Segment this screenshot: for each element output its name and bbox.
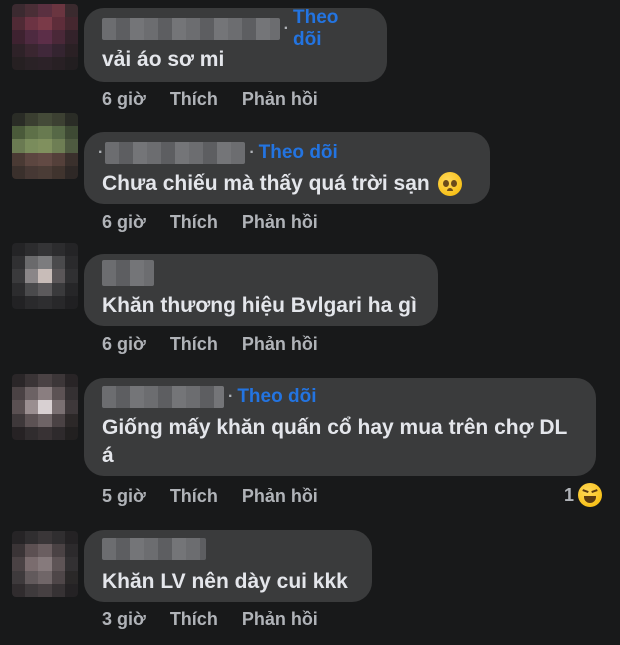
comment-bubble: · Theo dõi vải áo sơ mi [84,7,387,82]
reaction-summary[interactable]: 1 [564,483,603,507]
timestamp[interactable]: 6 giờ [102,89,146,110]
comment-actions: 6 giờ Thích Phản hồi [102,89,318,110]
commenter-name-blurred[interactable] [105,142,246,164]
follow-button[interactable]: Theo dõi [237,386,316,408]
comment-bubble: Khăn LV nên dày cui kkk [84,530,372,602]
separator-dot: · [249,144,255,161]
avatar[interactable] [12,113,78,179]
comment-text-row: Chưa chiếu mà thấy quá trời sạn [102,170,472,198]
comment-text: Chưa chiếu mà thấy quá trời sạn [102,172,430,195]
comment-text: Khăn LV nên dày cui kkk [102,570,348,593]
pleading-face-icon [437,172,462,196]
like-button[interactable]: Thích [170,89,218,110]
comment-text-line-1: Giống mấy khăn quấn cổ hay mua trên chợ … [102,416,568,439]
reply-button[interactable]: Phản hồi [242,334,318,355]
reply-button[interactable]: Phản hồi [242,212,318,233]
commenter-name-blurred[interactable] [102,18,280,40]
avatar[interactable] [12,531,78,597]
like-button[interactable]: Thích [170,334,218,355]
comment-actions: 6 giờ Thích Phản hồi [102,334,318,355]
separator-dot-leading: · [98,144,104,161]
timestamp[interactable]: 6 giờ [102,334,146,355]
reply-button[interactable]: Phản hồi [242,609,318,630]
comment-actions: 3 giờ Thích Phản hồi [102,609,318,630]
comment-bubble: Khăn thương hiệu Bvlgari ha gì [84,254,438,326]
comment-actions: 5 giờ Thích Phản hồi [102,486,318,507]
follow-button[interactable]: Theo dõi [259,142,338,164]
reply-button[interactable]: Phản hồi [242,486,318,507]
comment-bubble: · · Theo dõi Chưa chiếu mà thấy quá trời… [84,132,490,204]
timestamp[interactable]: 3 giờ [102,609,146,630]
like-button[interactable]: Thích [170,486,218,507]
avatar[interactable] [12,243,78,309]
reply-button[interactable]: Phản hồi [242,89,318,110]
comment-text: Khăn thương hiệu Bvlgari ha gì [102,294,417,317]
timestamp[interactable]: 6 giờ [102,212,146,233]
avatar[interactable] [12,374,78,440]
separator-dot: · [228,388,234,405]
comment-bubble: · Theo dõi Giống mấy khăn quấn cổ hay mu… [84,378,596,476]
commenter-name-blurred[interactable] [102,386,224,408]
separator-dot: · [283,20,289,37]
like-button[interactable]: Thích [170,212,218,233]
avatar[interactable] [12,4,78,70]
commenter-name-blurred[interactable] [102,538,206,560]
comment-text-line-2: á [102,444,114,467]
follow-button[interactable]: Theo dõi [293,7,369,51]
comment-actions: 6 giờ Thích Phản hồi [102,212,318,233]
timestamp[interactable]: 5 giờ [102,486,146,507]
laughing-emoji-icon [578,483,603,507]
reaction-count: 1 [564,484,575,505]
commenter-name-blurred[interactable] [102,260,154,286]
like-button[interactable]: Thích [170,609,218,630]
